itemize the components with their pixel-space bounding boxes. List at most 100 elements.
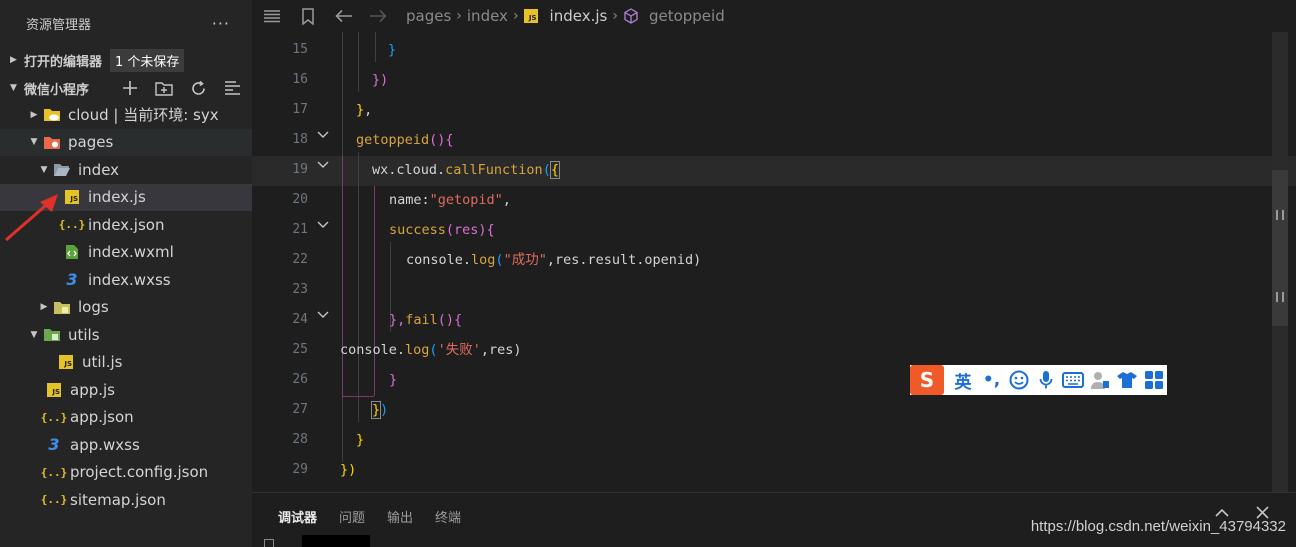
watermark-text: https://blog.csdn.net/weixin_43794332: [1030, 518, 1286, 535]
scrollbar-thumb[interactable]: [1272, 170, 1288, 326]
chevron-down-icon: ▼: [10, 83, 17, 93]
ime-punctuation-toggle[interactable]: •,: [978, 365, 1005, 395]
inspect-icon[interactable]: [264, 539, 274, 547]
tree-item-label: index.json: [88, 215, 165, 234]
back-arrow-icon[interactable]: [334, 6, 354, 26]
scrollbar-marker: [1276, 292, 1284, 302]
tree-item-cloud[interactable]: ▶ cloud | 当前环境: syx: [0, 101, 252, 129]
ime-toolbar[interactable]: S 英 •,: [910, 365, 1167, 395]
code-line: }: [356, 432, 365, 448]
tree-item-label: app.js: [70, 380, 115, 399]
ime-language-toggle[interactable]: 英: [948, 365, 978, 395]
bookmark-icon[interactable]: [298, 6, 318, 26]
forward-arrow-icon[interactable]: [368, 6, 388, 26]
code-editor[interactable]: 15 16 17 18 19 20 21 22 23 24 25 26 27 2…: [252, 32, 1296, 492]
refresh-icon[interactable]: [188, 78, 208, 98]
indent-guide: [375, 32, 376, 62]
emoji-icon[interactable]: [1005, 365, 1032, 395]
tree-item-label: logs: [78, 298, 109, 317]
project-label: 微信小程序: [24, 82, 90, 98]
microphone-icon[interactable]: [1032, 365, 1059, 395]
tree-item-project-config[interactable]: {..} project.config.json: [0, 459, 252, 487]
line-number: 16: [292, 72, 308, 87]
breadcrumb-index[interactable]: index: [467, 7, 508, 25]
tree-item-sitemap[interactable]: {..} sitemap.json: [0, 486, 252, 514]
code-line: console.log("成功",res.result.openid): [406, 252, 702, 268]
chevron-down-icon: ▼: [30, 137, 38, 148]
breadcrumb: pages › index › JS index.js › getoppeid: [406, 7, 725, 25]
line-number: 27: [292, 402, 308, 417]
code-line: },fail(){: [389, 312, 463, 328]
code-line: }: [388, 42, 397, 58]
code-area[interactable]: } }) }, getoppeid(){ wx.cloud.callFuncti…: [340, 32, 1274, 492]
chevron-right-icon: ▶: [40, 302, 48, 313]
tree-item-label: project.config.json: [70, 463, 209, 482]
more-actions-icon[interactable]: ···: [212, 14, 230, 33]
tree-item-index-folder[interactable]: ▼ index: [0, 156, 252, 184]
indent-guide: [358, 152, 359, 422]
tree-item-label: sitemap.json: [70, 490, 166, 509]
chevron-right-icon: ›: [456, 8, 462, 24]
breadcrumb-symbol[interactable]: getoppeid: [649, 7, 725, 25]
skin-shirt-icon[interactable]: [1113, 365, 1140, 395]
chevron-down-icon: ▼: [40, 164, 48, 175]
open-editors-label: 打开的编辑器: [24, 54, 103, 70]
project-section[interactable]: ▼ 微信小程序: [0, 74, 252, 102]
fold-chevron-icon[interactable]: [316, 120, 330, 150]
open-editors-section[interactable]: ▶ 打开的编辑器 1 个未保存: [0, 46, 252, 74]
indent-guide: [358, 32, 359, 92]
active-devtools-tab[interactable]: [302, 535, 370, 547]
new-folder-icon[interactable]: [154, 78, 174, 98]
tree-item-label: index.wxml: [88, 243, 174, 262]
fold-chevron-icon[interactable]: [316, 210, 330, 240]
tab-terminal[interactable]: 终端: [435, 507, 461, 526]
sogou-logo-icon[interactable]: S: [910, 365, 944, 395]
list-icon[interactable]: [262, 6, 282, 26]
fold-chevron-icon[interactable]: [316, 150, 330, 180]
tree-item-app-js[interactable]: JS app.js: [0, 376, 252, 404]
line-number: 28: [292, 432, 308, 447]
line-number: 18: [292, 132, 308, 147]
breadcrumb-file[interactable]: index.js: [550, 7, 608, 25]
explorer-title: 资源管理器: [26, 17, 92, 33]
tree-item-app-json[interactable]: {..} app.json: [0, 404, 252, 432]
code-line: console.log('失败',res): [340, 342, 522, 358]
css-file-icon: 3: [66, 270, 78, 290]
toolbox-grid-icon[interactable]: [1140, 365, 1167, 395]
fold-chevron-icon[interactable]: [316, 300, 330, 330]
tree-item-label: app.wxss: [70, 435, 140, 454]
folder-open-icon: [52, 161, 72, 179]
code-line: }: [389, 372, 398, 388]
devtools-strip: [252, 535, 1296, 547]
tree-item-app-wxss[interactable]: 3 app.wxss: [0, 431, 252, 459]
chevron-right-icon: ›: [512, 8, 519, 24]
line-number: 17: [292, 102, 308, 117]
tree-item-logs[interactable]: ▶ logs: [0, 294, 252, 322]
utils-folder-icon: [42, 326, 62, 344]
line-number: 23: [292, 282, 308, 297]
collapse-all-icon[interactable]: [222, 78, 242, 98]
breadcrumb-pages[interactable]: pages: [406, 7, 451, 25]
json-file-icon: {..}: [40, 465, 68, 479]
panel-tabs: 调试器 问题 输出 终端: [278, 507, 461, 526]
tree-item-label: util.js: [82, 353, 123, 372]
tree-item-util-js[interactable]: JS util.js: [0, 349, 252, 377]
tab-output[interactable]: 输出: [387, 507, 413, 526]
bracket-guide: [342, 396, 374, 397]
keyboard-icon[interactable]: [1059, 365, 1086, 395]
line-number: 19: [292, 162, 308, 177]
new-file-icon[interactable]: [120, 78, 140, 98]
user-account-icon[interactable]: [1086, 365, 1113, 395]
cloud-folder-icon: [42, 106, 62, 124]
line-number: 22: [292, 252, 308, 267]
folder-icon: [52, 298, 72, 316]
tab-problems[interactable]: 问题: [339, 507, 365, 526]
tab-debugger[interactable]: 调试器: [278, 507, 317, 526]
unsaved-badge: 1 个未保存: [110, 48, 185, 72]
project-actions: [120, 78, 252, 98]
tree-item-pages[interactable]: ▼ pages: [0, 128, 252, 156]
pages-folder-icon: [42, 133, 62, 151]
tree-item-index-wxss[interactable]: 3 index.wxss: [0, 266, 252, 294]
tree-item-utils[interactable]: ▼ utils: [0, 321, 252, 349]
line-number: 25: [292, 342, 308, 357]
